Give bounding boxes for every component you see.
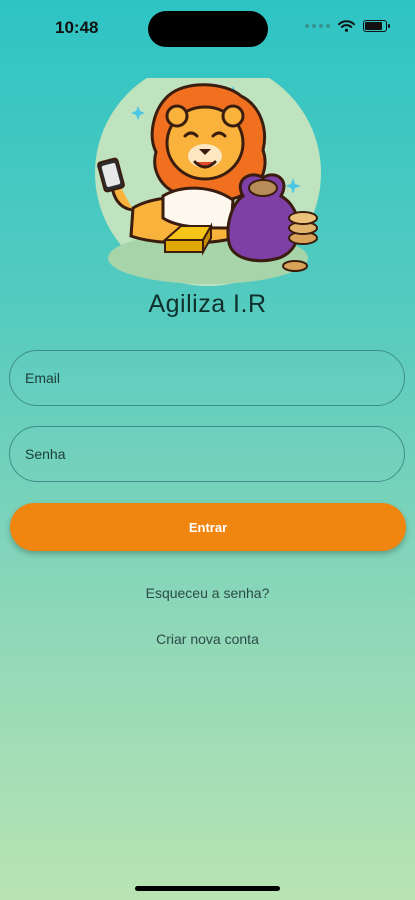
email-field[interactable] [9, 350, 405, 406]
status-bar: 10:48 [0, 0, 415, 54]
battery-icon [363, 20, 390, 32]
password-input[interactable] [23, 445, 404, 463]
app-title: Agiliza I.R [148, 290, 267, 318]
lion-mascot-logo [95, 78, 321, 286]
wifi-icon [338, 20, 355, 32]
status-time: 10:48 [55, 18, 99, 37]
status-icons [305, 20, 390, 32]
forgot-password-link[interactable]: Esqueceu a senha? [0, 585, 415, 601]
home-indicator[interactable] [135, 886, 280, 891]
login-button[interactable]: Entrar [10, 503, 406, 551]
signal-dots-icon [305, 24, 330, 28]
dynamic-island [148, 11, 268, 47]
create-account-link[interactable]: Criar nova conta [0, 631, 415, 647]
email-input[interactable] [23, 369, 404, 387]
password-field[interactable] [9, 426, 405, 482]
